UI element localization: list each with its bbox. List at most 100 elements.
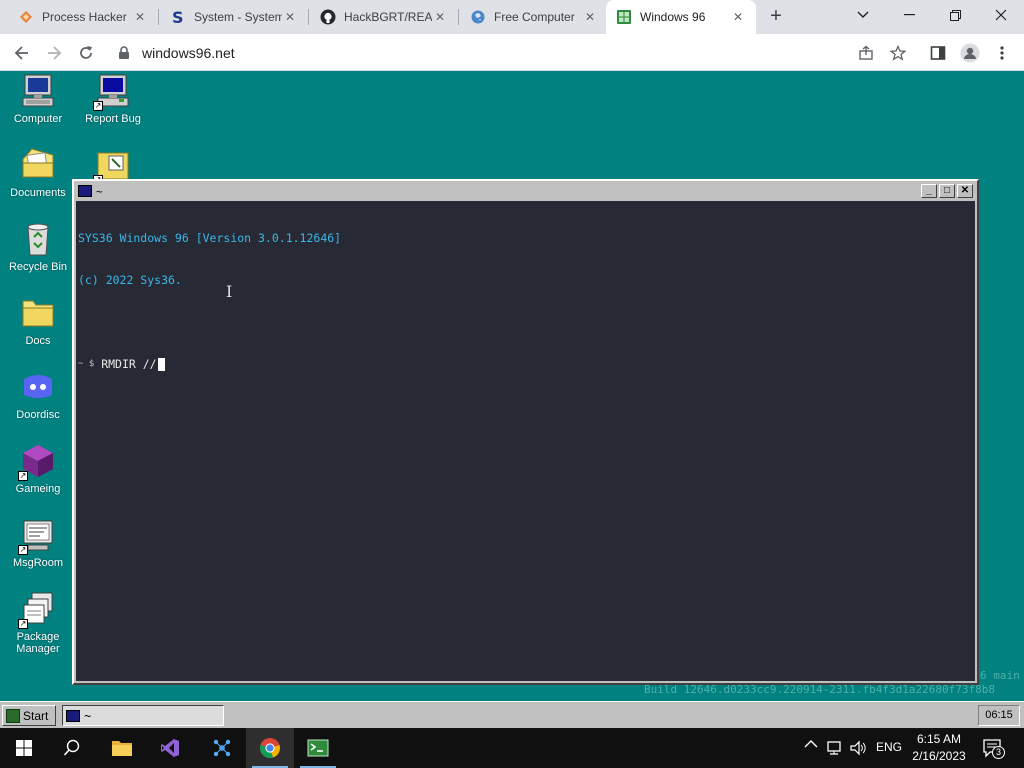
terminal-line: SYS36 Windows 96 [Version 3.0.1.12646]	[78, 231, 342, 245]
notifications-button[interactable]: 3	[982, 738, 1005, 759]
language-indicator[interactable]: ENG	[876, 740, 902, 754]
start-logo-icon	[6, 708, 20, 723]
terminal-app-button[interactable]	[294, 728, 342, 768]
tab-hackbgrt[interactable]: HackBGRT/REAL ✕	[310, 0, 458, 34]
terminal-command: RMDIR //	[101, 357, 157, 371]
close-tab-icon[interactable]: ✕	[582, 9, 598, 25]
visual-studio-button[interactable]	[146, 728, 194, 768]
documents-folder-icon	[20, 147, 56, 183]
close-tab-icon[interactable]: ✕	[432, 9, 448, 25]
shortcut-arrow-icon: ↗	[18, 471, 28, 481]
new-tab-button[interactable]: +	[764, 5, 788, 29]
clock-date: 2/16/2023	[912, 749, 966, 763]
close-tab-icon[interactable]: ✕	[132, 9, 148, 25]
tab-process-hacker[interactable]: Process Hacker ✕	[8, 0, 158, 34]
win96-desktop: Computer ↗ Report Bug Documents ↗	[0, 71, 1024, 701]
terminal-input-line[interactable]: ~ $ RMDIR //	[78, 357, 973, 371]
desktop-icon-docs[interactable]: Docs	[1, 295, 75, 347]
close-tab-icon[interactable]: ✕	[282, 9, 298, 25]
tab-free-computer[interactable]: Free Computer ✕	[460, 0, 608, 34]
bookmark-star-icon[interactable]	[884, 39, 912, 67]
search-icon	[63, 739, 80, 756]
desktop-icon-recycle-bin[interactable]: Recycle Bin	[1, 221, 75, 273]
text-cursor	[157, 357, 165, 371]
taskbar-item-terminal[interactable]: ~	[62, 705, 224, 726]
terminal-output[interactable]: SYS36 Windows 96 [Version 3.0.1.12646] (…	[76, 201, 975, 681]
chrome-button[interactable]	[246, 728, 294, 768]
windows-logo-icon	[16, 740, 32, 756]
side-panel-icon[interactable]	[924, 39, 952, 67]
browser-toolbar: windows96.net	[0, 34, 1024, 71]
docs-folder-icon	[20, 295, 56, 331]
report-bug-icon: ↗	[93, 73, 131, 111]
win96-taskbar: Start ~ 06:15	[0, 701, 1024, 728]
close-tab-icon[interactable]: ✕	[730, 9, 746, 25]
close-button[interactable]: ✕	[957, 184, 973, 198]
msgroom-icon: ↗	[18, 517, 56, 555]
maximize-button[interactable]: □	[939, 184, 955, 198]
file-explorer-button[interactable]	[98, 728, 146, 768]
profile-avatar-icon[interactable]	[956, 39, 984, 67]
back-button[interactable]	[8, 39, 36, 67]
network-icon[interactable]	[826, 740, 844, 759]
terminal-window[interactable]: ~ _ □ ✕ SYS36 Windows 96 [Version 3.0.1.…	[72, 179, 979, 685]
desktop-icon-package-manager[interactable]: ↗ Package Manager	[1, 591, 75, 655]
minimize-button[interactable]: _	[921, 184, 937, 198]
package-manager-icon: ↗	[18, 591, 56, 629]
terminal-title: ~	[96, 184, 103, 198]
mouse-ibeam-cursor-icon: I	[226, 282, 233, 301]
windows-start-button[interactable]	[0, 728, 48, 768]
windows-taskbar: ENG 6:15 AM 2/16/2023 3	[0, 728, 1024, 768]
forward-button[interactable]	[40, 39, 68, 67]
screen: Process Hacker ✕ S System - System ✕ Hac…	[0, 0, 1024, 768]
browser-tab-strip: Process Hacker ✕ S System - System ✕ Hac…	[0, 0, 1024, 34]
desktop-icon-report-bug[interactable]: ↗ Report Bug	[76, 73, 150, 125]
terminal-app-icon	[307, 739, 329, 757]
show-hidden-icons-icon[interactable]	[804, 738, 818, 752]
desktop-icon-msgroom[interactable]: ↗ MsgRoom	[1, 517, 75, 569]
notification-count-badge: 3	[992, 746, 1005, 759]
close-window-icon[interactable]	[978, 0, 1024, 30]
app-button[interactable]	[198, 728, 246, 768]
desktop-icon-shortcut-folder[interactable]: ↗	[76, 147, 150, 185]
tab-search-icon[interactable]	[840, 0, 886, 30]
shortcut-folder-icon: ↗	[93, 147, 131, 185]
tab-separator	[308, 9, 309, 25]
taskbar-clock[interactable]: 6:15 AM 2/16/2023	[906, 731, 972, 765]
minimize-window-icon[interactable]	[886, 0, 932, 30]
start-button[interactable]: Start	[2, 705, 56, 726]
reload-button[interactable]	[72, 39, 100, 67]
file-explorer-icon	[112, 741, 132, 756]
share-icon[interactable]	[852, 39, 880, 67]
terminal-window-controls: _ □ ✕	[921, 184, 973, 198]
tab-system[interactable]: S System - System ✕	[160, 0, 308, 34]
shortcut-arrow-icon: ↗	[93, 101, 103, 111]
address-bar[interactable]: windows96.net	[106, 38, 906, 68]
network-app-icon	[213, 739, 231, 757]
s-logo-icon: S	[170, 9, 186, 25]
search-button[interactable]	[48, 728, 96, 768]
tab-windows96[interactable]: Windows 96 ✕	[606, 0, 756, 34]
shortcut-arrow-icon: ↗	[18, 619, 28, 629]
shortcut-arrow-icon: ↗	[18, 545, 28, 555]
menu-kebab-icon[interactable]	[988, 39, 1016, 67]
terminal-prompt: ~ $	[78, 359, 95, 369]
win96-clock: 06:15	[978, 705, 1020, 726]
build-branch-text: 6 main	[980, 669, 1020, 682]
desktop-icon-documents[interactable]: Documents	[1, 147, 75, 199]
windows96-icon	[616, 9, 632, 25]
chrome-icon	[260, 738, 280, 758]
terminal-line: (c) 2022 Sys36.	[78, 273, 182, 287]
doordisc-icon	[20, 369, 56, 405]
github-icon	[320, 9, 336, 25]
lock-icon	[114, 46, 134, 60]
desktop-icon-gameing[interactable]: ↗ Gameing	[1, 443, 75, 495]
terminal-titlebar[interactable]: ~ _ □ ✕	[76, 183, 975, 199]
recycle-bin-icon	[20, 221, 56, 257]
desktop-icon-doordisc[interactable]: Doordisc	[1, 369, 75, 421]
desktop-icon-computer[interactable]: Computer	[1, 73, 75, 125]
terminal-icon	[66, 709, 80, 722]
restore-window-icon[interactable]	[932, 0, 978, 30]
volume-icon[interactable]	[850, 740, 868, 759]
